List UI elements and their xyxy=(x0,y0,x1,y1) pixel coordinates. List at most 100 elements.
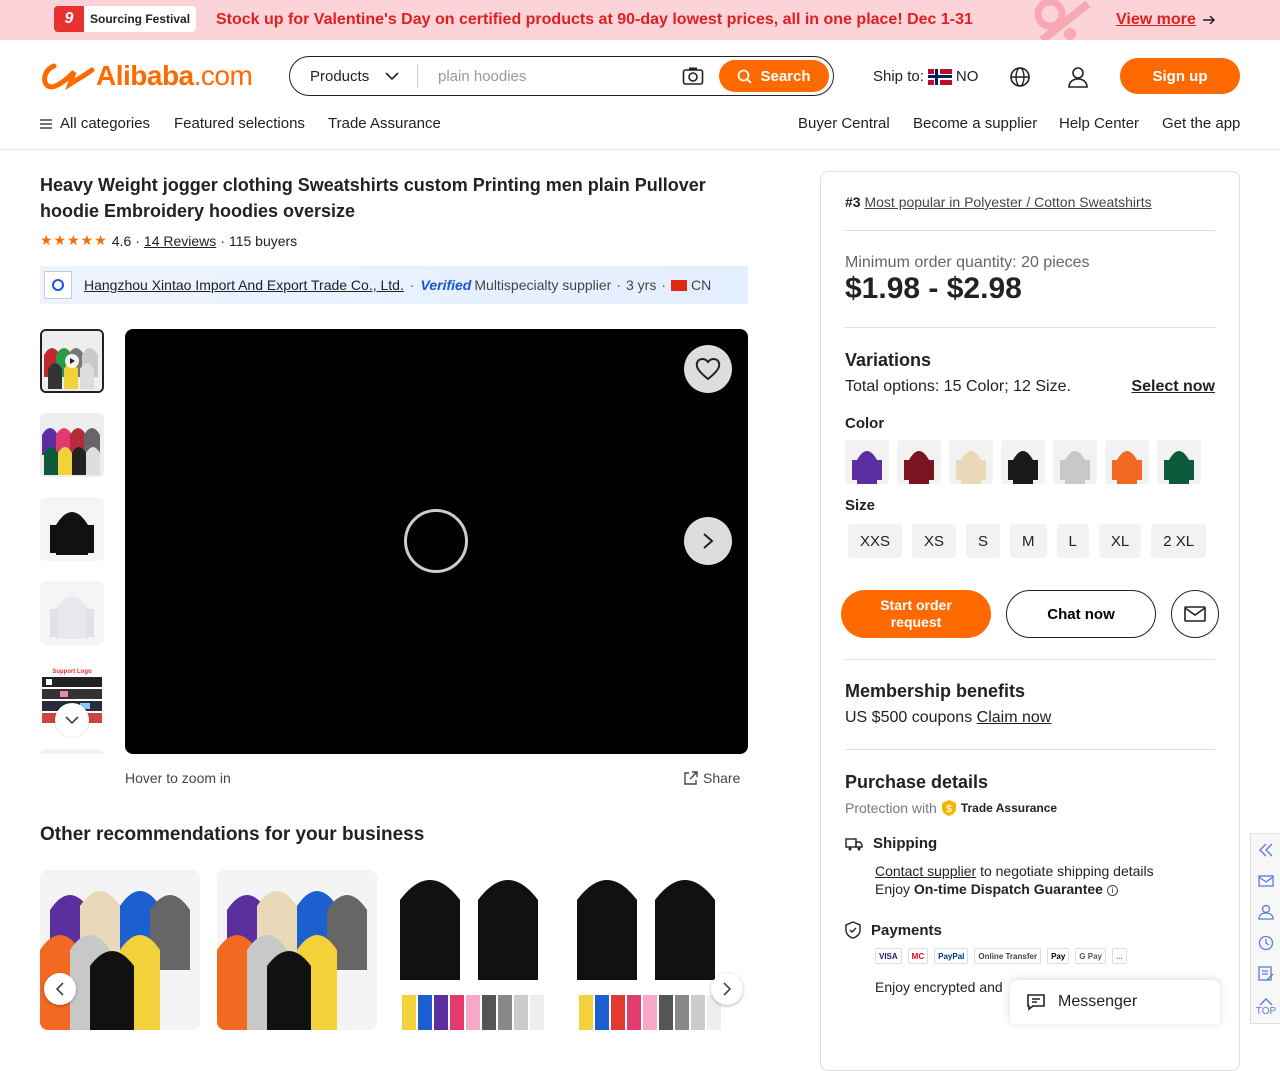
rank-category-link[interactable]: Most popular in Polyester / Cotton Sweat… xyxy=(864,194,1151,210)
nav-all-categories[interactable]: All categories xyxy=(40,115,150,132)
recommendation-card-3[interactable] xyxy=(394,870,554,1030)
coupon-text: US $500 coupons xyxy=(845,709,973,726)
festival-label: Sourcing Festival xyxy=(90,12,191,26)
size-option[interactable]: L xyxy=(1056,524,1089,558)
thumbnail-label: Support Logo xyxy=(52,669,92,675)
recommendation-card-1[interactable] xyxy=(40,870,200,1030)
purchase-details-title: Purchase details xyxy=(845,772,989,792)
thumbnail-4[interactable] xyxy=(40,581,104,645)
share-label: Share xyxy=(703,770,741,786)
color-swatch[interactable] xyxy=(1157,440,1201,484)
ship-to-selector[interactable]: Ship to: NO xyxy=(873,68,978,85)
search-button[interactable]: Search xyxy=(719,60,829,92)
back-to-top-button[interactable]: TOP xyxy=(1251,989,1280,1025)
select-now-link[interactable]: Select now xyxy=(1131,378,1215,396)
history-icon[interactable] xyxy=(1251,927,1280,958)
floating-sidebar: TOP xyxy=(1250,833,1280,1024)
info-icon[interactable]: i xyxy=(1106,884,1118,896)
chat-bubble-icon xyxy=(1027,994,1045,1011)
promo-banner[interactable]: 9 Sourcing Festival Stock up for Valenti… xyxy=(0,0,1280,40)
size-option[interactable]: M xyxy=(1010,524,1047,558)
messenger-widget[interactable]: Messenger xyxy=(1010,980,1220,1024)
size-option[interactable]: S xyxy=(966,524,1001,558)
search-icon xyxy=(738,69,753,84)
nav-help-center[interactable]: Help Center xyxy=(1059,115,1139,132)
messenger-label: Messenger xyxy=(1058,993,1138,1010)
color-swatch[interactable] xyxy=(897,440,941,484)
camera-icon[interactable] xyxy=(681,64,705,88)
svg-text:$: $ xyxy=(946,804,952,815)
user-icon[interactable] xyxy=(1067,66,1089,88)
ship-to-country: NO xyxy=(955,68,979,85)
claim-now-link[interactable]: Claim now xyxy=(977,709,1052,726)
start-order-request-button[interactable]: Start order request xyxy=(841,590,991,638)
color-swatch[interactable] xyxy=(1053,440,1097,484)
variations-title: Variations xyxy=(845,350,932,370)
supplier-logo[interactable] xyxy=(44,271,72,299)
thumbnail-1[interactable] xyxy=(40,329,104,393)
recommendation-card-2[interactable] xyxy=(217,870,377,1030)
message-icon[interactable] xyxy=(1251,865,1280,896)
size-label: Size xyxy=(845,497,876,514)
price-range: $1.98 - $2.98 xyxy=(845,272,1022,305)
size-option[interactable]: 2 XL xyxy=(1151,524,1207,558)
recommendations-prev-button[interactable] xyxy=(44,973,76,1005)
search-button-label: Search xyxy=(760,67,811,85)
nav-trade-assurance[interactable]: Trade Assurance xyxy=(328,115,441,132)
size-option[interactable]: XS xyxy=(912,524,957,558)
color-swatch[interactable] xyxy=(1105,440,1149,484)
product-rank[interactable]: #3 Most popular in Polyester / Cotton Sw… xyxy=(845,194,1215,210)
thumbnails-scroll-down-button[interactable] xyxy=(55,703,89,737)
payment-logo: VISA xyxy=(875,948,902,964)
payment-logo: Online Transfer xyxy=(974,948,1042,964)
contact-supplier-link[interactable]: Contact supplier xyxy=(875,863,976,879)
thumbnail-3[interactable] xyxy=(40,497,104,561)
mail-icon xyxy=(1184,606,1206,622)
top-label: TOP xyxy=(1255,1005,1277,1017)
product-media-viewer[interactable] xyxy=(125,329,748,754)
favorite-button[interactable] xyxy=(684,345,732,393)
reviews-link[interactable]: 14 Reviews xyxy=(144,233,216,249)
mail-button[interactable] xyxy=(1171,590,1219,638)
view-more-link[interactable]: View more xyxy=(1116,11,1216,29)
payment-logo: PayPal xyxy=(934,948,969,964)
recommendations-title: Other recommendations for your business xyxy=(40,824,425,845)
membership-title: Membership benefits xyxy=(845,681,1026,701)
nav-featured-selections[interactable]: Featured selections xyxy=(174,115,305,132)
account-icon[interactable] xyxy=(1251,896,1280,927)
size-option[interactable]: XXS xyxy=(848,524,903,558)
divider xyxy=(845,230,1215,231)
share-button[interactable]: Share xyxy=(683,770,740,786)
recommendations-next-button[interactable] xyxy=(711,973,743,1005)
size-options: XXS XS S M L XL 2 XL xyxy=(848,524,1215,558)
norway-flag-icon xyxy=(927,68,952,85)
nav-get-app[interactable]: Get the app xyxy=(1162,115,1240,132)
next-image-button[interactable] xyxy=(684,517,732,565)
thumbnail-2[interactable] xyxy=(40,413,104,477)
search-input[interactable] xyxy=(418,67,681,85)
thumbnail-6[interactable] xyxy=(40,749,104,754)
decorative-percent-icon xyxy=(1034,0,1091,40)
globe-icon[interactable] xyxy=(1009,66,1031,88)
divider xyxy=(845,749,1215,750)
product-title: Heavy Weight jogger clothing Sweatshirts… xyxy=(40,175,706,221)
recommendation-card-4[interactable] xyxy=(571,870,731,1030)
nav-become-supplier[interactable]: Become a supplier xyxy=(913,115,1037,132)
supplier-type: Multispecialty supplier xyxy=(474,277,612,293)
color-swatch[interactable] xyxy=(1001,440,1045,484)
color-swatch[interactable] xyxy=(845,440,889,484)
color-swatch[interactable] xyxy=(949,440,993,484)
sign-up-button[interactable]: Sign up xyxy=(1120,58,1240,94)
feedback-icon[interactable] xyxy=(1251,958,1280,989)
collapse-icon[interactable] xyxy=(1251,834,1280,865)
search-category-select[interactable]: Products xyxy=(290,64,418,88)
alibaba-logo[interactable]: Alibaba.com xyxy=(40,60,253,92)
supplier-name-link[interactable]: Hangzhou Xintao Import And Export Trade … xyxy=(84,277,404,293)
size-option[interactable]: XL xyxy=(1098,524,1142,558)
shipping-info: Contact supplier to negotiate shipping d… xyxy=(875,863,1215,879)
chat-now-button[interactable]: Chat now xyxy=(1006,590,1156,638)
nav-buyer-central[interactable]: Buyer Central xyxy=(798,115,890,132)
loading-spinner-icon xyxy=(404,509,468,573)
rank-number: #3 xyxy=(845,194,861,210)
payments-row: Payments xyxy=(845,921,1215,939)
